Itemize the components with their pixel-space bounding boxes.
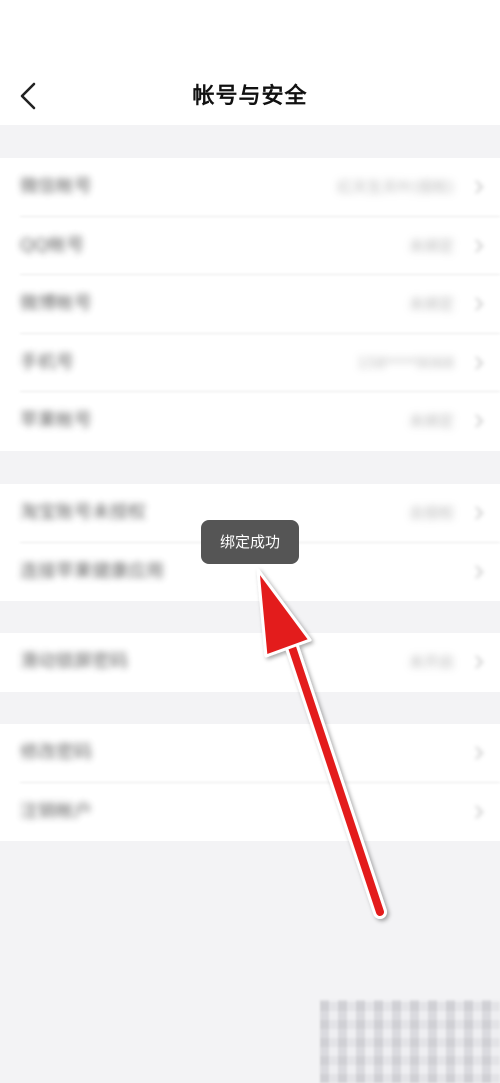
row-label: QQ帐号 [20,234,85,256]
settings-row-change-password[interactable]: 修改密码 [0,724,500,783]
settings-row-delete-account[interactable]: 注销帐户 [0,783,500,842]
settings-row-wechat[interactable]: 微信帐号 红天生天叶(授权) [0,158,500,217]
chevron-right-icon [475,414,484,428]
row-value: 未开启 [408,653,454,671]
linked-accounts-section: 微信帐号 红天生天叶(授权) QQ帐号 未绑定 微博帐号 未绑定 手机号 158… [0,158,500,451]
row-label: 手机号 [20,351,74,373]
settings-row-apple[interactable]: 苹果帐号 未绑定 [0,392,500,451]
password-section: 修改密码 注销帐户 [0,724,500,841]
row-label: 微信帐号 [20,176,92,197]
navigation-bar: 帐号与安全 [0,0,500,125]
chevron-right-icon [475,804,484,819]
settings-row-weibo[interactable]: 微博帐号 未绑定 [0,275,500,334]
chevron-right-icon [475,506,484,520]
row-label: 连接苹果健康应用 [20,560,164,582]
row-label: 淘宝账号未授权 [20,502,146,523]
row-label: 滑动锁屏密码 [20,651,128,672]
watermark [320,1000,500,1083]
chevron-right-icon [475,180,484,194]
row-label: 注销帐户 [20,800,92,822]
chevron-right-icon [475,238,484,253]
settings-row-phone[interactable]: 手机号 158****9068 [0,334,500,392]
row-label: 苹果帐号 [20,410,92,431]
row-value: 未绑定 [408,236,454,255]
chevron-right-icon [475,297,484,311]
chevron-right-icon [475,746,484,760]
row-value: 158****9068 [357,353,454,372]
chevron-right-icon [475,355,484,370]
page-title: 帐号与安全 [192,84,308,109]
row-value: 未绑定 [408,412,454,430]
row-value: 红天生天叶(授权) [337,178,454,196]
row-value: 去授权 [408,504,454,522]
row-label: 修改密码 [20,742,92,763]
row-label: 微博帐号 [20,293,92,314]
chevron-right-icon [475,655,484,669]
chevron-right-icon [475,564,484,579]
settings-row-qq[interactable]: QQ帐号 未绑定 [0,217,500,275]
row-value: 未绑定 [408,295,454,313]
screen-lock-section: 滑动锁屏密码 未开启 [0,633,500,692]
settings-row-screen-lock[interactable]: 滑动锁屏密码 未开启 [0,633,500,692]
toast-message: 绑定成功 [201,520,299,564]
